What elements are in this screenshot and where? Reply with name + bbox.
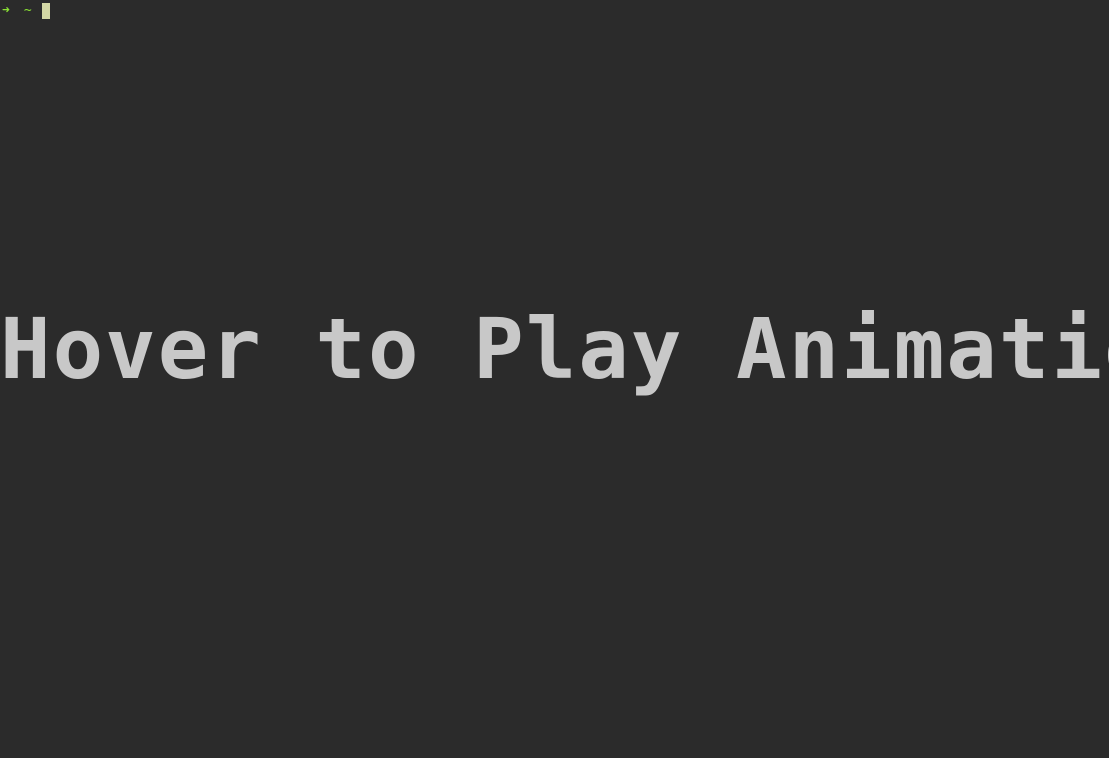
- prompt-arrow-icon: ➜: [2, 3, 10, 19]
- terminal-cursor: [42, 3, 50, 19]
- hover-animation-heading[interactable]: Hover to Play Animation: [0, 300, 1109, 398]
- terminal-prompt[interactable]: ➜ ~: [2, 3, 50, 19]
- prompt-cwd: ~: [24, 3, 32, 19]
